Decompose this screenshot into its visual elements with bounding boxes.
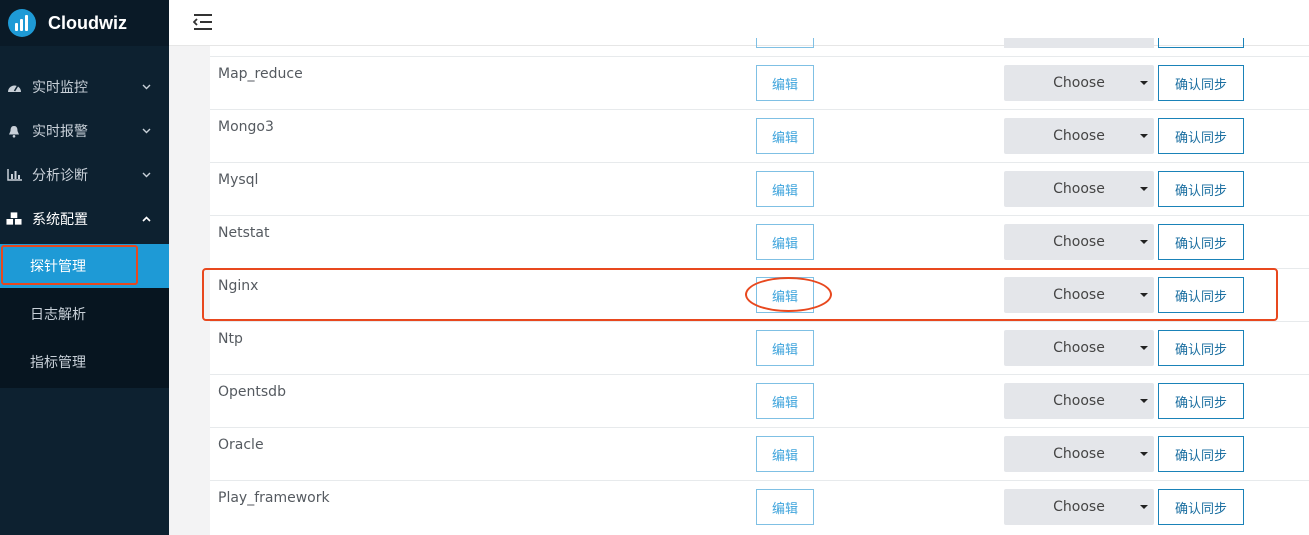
sidebar-item-realtime-alert[interactable]: 实时报警	[0, 109, 169, 153]
version-select[interactable]: Choose	[1004, 330, 1154, 366]
version-select[interactable]: Choose	[1004, 436, 1154, 472]
caret-down-icon	[1140, 399, 1148, 403]
caret-down-icon	[1140, 346, 1148, 350]
highlight-box	[1, 245, 138, 285]
edit-button[interactable]: 编辑	[756, 330, 814, 366]
cubes-icon	[6, 211, 22, 227]
confirm-sync-button[interactable]: 确认同步	[1158, 171, 1244, 207]
probe-name: Play_framework	[218, 490, 330, 506]
confirm-sync-button[interactable]: 确认同步	[1158, 436, 1244, 472]
caret-down-icon	[1140, 134, 1148, 138]
table-row: Mongo3 编辑 Choose 确认同步	[210, 109, 1309, 162]
select-value: Choose	[1053, 499, 1105, 515]
caret-down-icon	[1140, 505, 1148, 509]
edit-button[interactable]: 编辑	[756, 489, 814, 525]
table-row: Netstat 编辑 Choose 确认同步	[210, 215, 1309, 268]
caret-down-icon	[1140, 187, 1148, 191]
select-value: Choose	[1053, 181, 1105, 197]
probe-name: Oracle	[218, 437, 264, 453]
bell-icon	[6, 123, 22, 139]
confirm-sync-button[interactable]: 确认同步	[1158, 489, 1244, 525]
select-value: Choose	[1053, 75, 1105, 91]
table-row: Opentsdb 编辑 Choose 确认同步	[210, 374, 1309, 427]
caret-down-icon	[1140, 81, 1148, 85]
dashboard-icon	[6, 79, 22, 95]
confirm-sync-button[interactable]: 确认同步	[1158, 383, 1244, 419]
table-row: Mysql 编辑 Choose 确认同步	[210, 162, 1309, 215]
caret-down-icon	[1140, 452, 1148, 456]
version-select[interactable]: Choose	[1004, 118, 1154, 154]
sidebar-item-system-config[interactable]: 系统配置	[0, 197, 169, 241]
highlight-box	[202, 268, 1278, 321]
select-value: Choose	[1053, 234, 1105, 250]
table-row: Map_reduce 编辑 Choose 确认同步	[210, 56, 1309, 109]
sidebar-item-label: 实时监控	[32, 80, 88, 96]
chevron-down-icon	[141, 170, 151, 180]
sidebar-item-label: 实时报警	[32, 124, 88, 140]
version-select[interactable]: Choose	[1004, 171, 1154, 207]
version-select[interactable]: Choose	[1004, 383, 1154, 419]
sidebar-item-realtime-monitor[interactable]: 实时监控	[0, 65, 169, 109]
edit-button-partial	[756, 38, 814, 48]
select-value: Choose	[1053, 128, 1105, 144]
bar-chart-icon	[6, 167, 22, 183]
sidebar-subitem-metric-management[interactable]: 指标管理	[0, 340, 169, 384]
chevron-down-icon	[141, 126, 151, 136]
edit-button[interactable]: 编辑	[756, 383, 814, 419]
edit-button[interactable]: 编辑	[756, 224, 814, 260]
confirm-sync-button[interactable]: 确认同步	[1158, 65, 1244, 101]
sidebar-item-label: 分析诊断	[32, 168, 88, 184]
edit-button[interactable]: 编辑	[756, 171, 814, 207]
edit-button[interactable]: 编辑	[756, 65, 814, 101]
table-row: Ntp 编辑 Choose 确认同步	[210, 321, 1309, 374]
brand-name: Cloudwiz	[48, 12, 127, 33]
edit-button[interactable]: 编辑	[756, 118, 814, 154]
probe-name: Ntp	[218, 331, 243, 347]
confirm-sync-button[interactable]: 确认同步	[1158, 224, 1244, 260]
confirm-sync-button[interactable]: 确认同步	[1158, 118, 1244, 154]
sidebar-subitem-log-parsing[interactable]: 日志解析	[0, 292, 169, 336]
sidebar-item-analysis[interactable]: 分析诊断	[0, 153, 169, 197]
caret-down-icon	[1140, 240, 1148, 244]
select-value: Choose	[1053, 340, 1105, 356]
select-value: Choose	[1053, 393, 1105, 409]
confirm-sync-button[interactable]: 确认同步	[1158, 330, 1244, 366]
table-row: Oracle 编辑 Choose 确认同步	[210, 427, 1309, 480]
probe-name: Map_reduce	[218, 66, 303, 82]
chevron-up-icon	[141, 214, 151, 224]
version-select[interactable]: Choose	[1004, 224, 1154, 260]
table-row: Play_framework 编辑 Choose 确认同步	[210, 480, 1309, 533]
sync-button-partial	[1158, 38, 1244, 48]
version-select[interactable]: Choose	[1004, 65, 1154, 101]
chevron-down-icon	[141, 82, 151, 92]
select-partial	[1004, 38, 1154, 48]
version-select[interactable]: Choose	[1004, 489, 1154, 525]
cloudwiz-logo-icon	[8, 9, 36, 37]
probe-name: Opentsdb	[218, 384, 286, 400]
sidebar-item-label: 系统配置	[32, 212, 88, 228]
select-value: Choose	[1053, 446, 1105, 462]
brand[interactable]: Cloudwiz	[0, 0, 169, 46]
probe-name: Mongo3	[218, 119, 274, 135]
probe-name: Netstat	[218, 225, 270, 241]
edit-button[interactable]: 编辑	[756, 436, 814, 472]
menu-collapse-icon[interactable]	[192, 13, 213, 31]
highlight-circle	[745, 277, 832, 312]
probe-name: Mysql	[218, 172, 259, 188]
